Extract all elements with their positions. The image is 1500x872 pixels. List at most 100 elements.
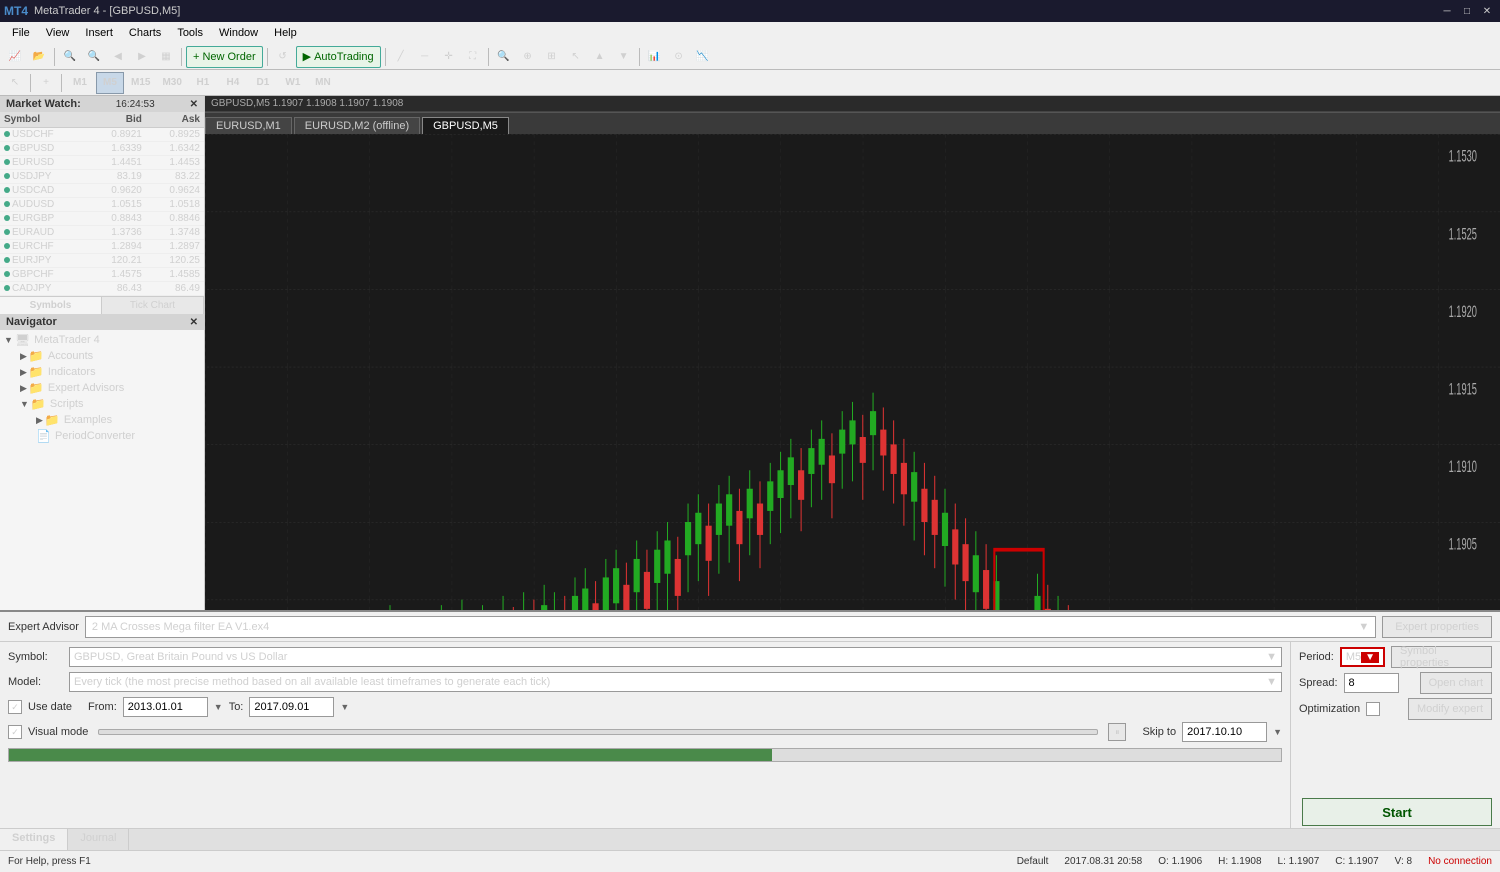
market-watch-row[interactable]: EURGBP 0.8843 0.8846 <box>0 212 204 226</box>
titlebar-controls: ─ □ ✕ <box>1438 2 1496 20</box>
market-watch-row[interactable]: AUDUSD 1.0515 1.0518 <box>0 198 204 212</box>
chart-tab-eurusd-m1[interactable]: EURUSD,M1 <box>205 117 292 134</box>
tf-h1[interactable]: H1 <box>189 72 217 94</box>
period-button[interactable]: ⊙ <box>668 46 690 68</box>
use-date-checkbox[interactable] <box>8 700 22 714</box>
menu-charts[interactable]: Charts <box>121 25 169 41</box>
up-button[interactable]: ▲ <box>589 46 611 68</box>
line-button[interactable]: ╱ <box>390 46 412 68</box>
market-watch-row[interactable]: USDCAD 0.9620 0.9624 <box>0 184 204 198</box>
crosshair-button[interactable]: ✛ <box>438 46 460 68</box>
open-chart-button[interactable]: Open chart <box>1420 672 1492 694</box>
from-date-input[interactable] <box>123 697 208 717</box>
market-watch-row[interactable]: GBPUSD 1.6339 1.6342 <box>0 142 204 156</box>
to-date-input[interactable] <box>249 697 334 717</box>
modify-expert-button[interactable]: Modify expert <box>1408 698 1492 720</box>
market-watch-row[interactable]: EURJPY 120.21 120.25 <box>0 254 204 268</box>
ea-name-dropdown[interactable]: 2 MA Crosses Mega filter EA V1.ex4 ▼ <box>85 616 1376 638</box>
nav-accounts[interactable]: ▶ 📁 Accounts <box>0 348 204 364</box>
h-line-button[interactable]: ─ <box>414 46 436 68</box>
skip-calendar-icon[interactable]: ▼ <box>1273 727 1282 737</box>
zoom-out-button[interactable]: 🔍 <box>83 46 105 68</box>
market-watch-row[interactable]: USDJPY 83.19 83.22 <box>0 170 204 184</box>
tab-tick-chart[interactable]: Tick Chart <box>102 297 204 314</box>
from-calendar-icon[interactable]: ▼ <box>214 702 223 712</box>
market-watch-row[interactable]: EURCHF 1.2894 1.2897 <box>0 240 204 254</box>
tab-symbols[interactable]: Symbols <box>0 297 102 314</box>
tf-m5[interactable]: M5 <box>96 72 124 94</box>
tf-mn[interactable]: MN <box>309 72 337 94</box>
optimization-checkbox[interactable] <box>1366 702 1380 716</box>
zoom-in-button[interactable]: 🔍 <box>59 46 81 68</box>
market-watch-row[interactable]: EURUSD 1.4451 1.4453 <box>0 156 204 170</box>
chart-tab-gbpusd-m5[interactable]: GBPUSD,M5 <box>422 117 509 134</box>
market-watch-row[interactable]: EURAUD 1.3736 1.3748 <box>0 226 204 240</box>
start-button[interactable]: Start <box>1302 798 1492 826</box>
status-low: L: 1.1907 <box>1278 856 1320 867</box>
tf-d1[interactable]: D1 <box>249 72 277 94</box>
tab-settings[interactable]: Settings <box>0 829 68 850</box>
nav-scripts[interactable]: ▼ 📁 Scripts <box>0 396 204 412</box>
visual-speed-slider[interactable] <box>98 729 1098 735</box>
mw-bid: 120.21 <box>88 254 146 268</box>
tf-m30[interactable]: M30 <box>157 72 186 94</box>
spread-input[interactable] <box>1344 673 1399 693</box>
zoom-fit-button[interactable]: ⛶ <box>462 46 484 68</box>
tab-journal[interactable]: Journal <box>68 829 129 850</box>
market-watch-close[interactable]: ✕ <box>190 99 198 110</box>
market-watch-header[interactable]: Market Watch: 16:24:53 ✕ <box>0 96 204 112</box>
navigator-close[interactable]: ✕ <box>190 317 198 328</box>
period-dropdown[interactable]: M5 ▼ <box>1340 647 1385 667</box>
pause-button[interactable]: ⏸ <box>1108 723 1126 741</box>
svg-text:1.1910: 1.1910 <box>1449 457 1477 476</box>
visual-mode-checkbox[interactable] <box>8 725 22 739</box>
chart-scroll-left[interactable]: ◀ <box>107 46 129 68</box>
symbol-properties-button[interactable]: Symbol properties <box>1391 646 1492 668</box>
chart-tab-eurusd-m2[interactable]: EURUSD,M2 (offline) <box>294 117 420 134</box>
chart-type[interactable]: 📉 <box>692 46 714 68</box>
to-calendar-icon[interactable]: ▼ <box>340 702 349 712</box>
new-order-button[interactable]: + New Order <box>186 46 263 68</box>
model-dropdown[interactable]: Every tick (the most precise method base… <box>69 672 1282 692</box>
menu-insert[interactable]: Insert <box>77 25 121 41</box>
nav-period-converter[interactable]: 📄 PeriodConverter <box>0 428 204 444</box>
market-watch-row[interactable]: CADJPY 86.43 86.49 <box>0 282 204 296</box>
menu-file[interactable]: File <box>4 25 38 41</box>
tf-h4[interactable]: H4 <box>219 72 247 94</box>
tf-w1[interactable]: W1 <box>279 72 307 94</box>
app-icon: MT4 <box>4 4 28 18</box>
mag-button[interactable]: 🔍 <box>493 46 515 68</box>
period-dropdown-btn[interactable]: ▼ <box>1361 652 1379 663</box>
close-button[interactable]: ✕ <box>1478 2 1496 20</box>
menu-help[interactable]: Help <box>266 25 305 41</box>
autotrading-button[interactable]: ▶ AutoTrading <box>296 46 381 68</box>
menu-tools[interactable]: Tools <box>169 25 211 41</box>
chart-bar[interactable]: ▦ <box>155 46 177 68</box>
maximize-button[interactable]: □ <box>1458 2 1476 20</box>
nav-indicators[interactable]: ▶ 📁 Indicators <box>0 364 204 380</box>
open-button[interactable]: 📂 <box>28 46 50 68</box>
symbol-dropdown[interactable]: GBPUSD, Great Britain Pound vs US Dollar… <box>69 647 1282 667</box>
tf-m15[interactable]: M15 <box>126 72 155 94</box>
skip-to-input[interactable] <box>1182 722 1267 742</box>
menu-window[interactable]: Window <box>211 25 266 41</box>
cursor-button[interactable]: ↖ <box>565 46 587 68</box>
nav-metatrader4[interactable]: ▼ 🖥 MetaTrader 4 <box>0 332 204 348</box>
menu-view[interactable]: View <box>38 25 78 41</box>
tf-m1[interactable]: M1 <box>66 72 94 94</box>
nav-examples[interactable]: ▶ 📁 Examples <box>0 412 204 428</box>
expert-properties-button[interactable]: Expert properties <box>1382 616 1492 638</box>
market-watch-row[interactable]: GBPCHF 1.4575 1.4585 <box>0 268 204 282</box>
down-button[interactable]: ▼ <box>613 46 635 68</box>
indicator-button[interactable]: 📊 <box>644 46 666 68</box>
zoom-chart[interactable]: ⊕ <box>517 46 539 68</box>
new-chart-button[interactable]: 📈 <box>4 46 26 68</box>
chart-scroll-right[interactable]: ▶ <box>131 46 153 68</box>
crosshair-mode[interactable]: + <box>35 72 57 94</box>
refresh-button[interactable]: ↺ <box>272 46 294 68</box>
cursor-mode[interactable]: ↖ <box>4 72 26 94</box>
template-button[interactable]: ⊞ <box>541 46 563 68</box>
nav-expert-advisors[interactable]: ▶ 📁 Expert Advisors <box>0 380 204 396</box>
market-watch-row[interactable]: USDCHF 0.8921 0.8925 <box>0 128 204 142</box>
minimize-button[interactable]: ─ <box>1438 2 1456 20</box>
